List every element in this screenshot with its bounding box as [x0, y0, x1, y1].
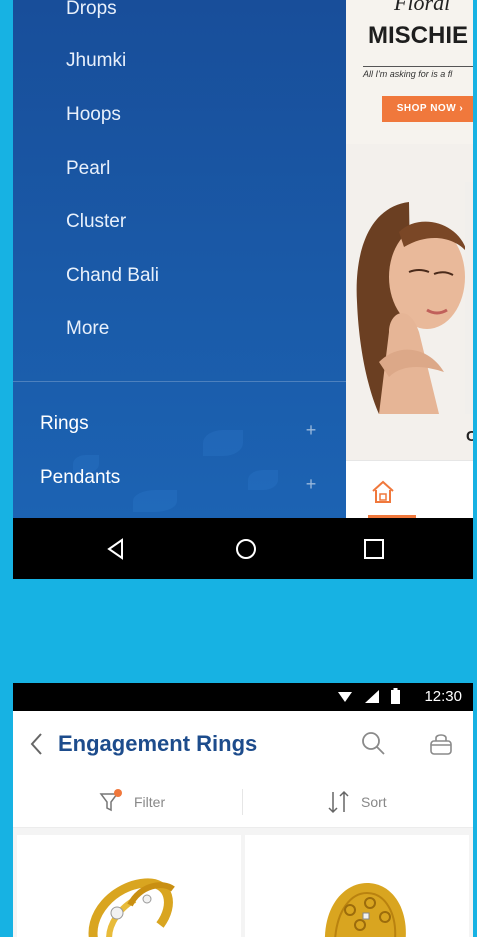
sort-button[interactable]: Sort: [244, 777, 473, 827]
sort-label: Sort: [361, 794, 387, 810]
recents-square-icon[interactable]: [361, 536, 387, 562]
home-circle-icon[interactable]: [233, 536, 259, 562]
system-navigation-bar: [13, 518, 473, 579]
drawer-item-cluster[interactable]: Cluster: [66, 207, 126, 237]
drawer-category-rings[interactable]: Rings: [40, 409, 89, 439]
shop-now-button[interactable]: SHOP NOW ›: [382, 96, 473, 122]
ring-image: [325, 883, 406, 937]
filter-funnel-icon: [99, 789, 122, 812]
drawer-item-more[interactable]: More: [66, 314, 109, 344]
partial-text: C: [466, 428, 473, 445]
filter-sort-divider: [242, 789, 243, 815]
plus-icon[interactable]: +: [302, 415, 320, 445]
status-time: 12:30: [424, 688, 462, 705]
home-content-peek: Floral MISCHIE All I'm asking for is a f…: [346, 0, 473, 518]
drawer-category-pendants[interactable]: Pendants: [40, 463, 120, 493]
filter-button[interactable]: Filter: [13, 777, 242, 827]
shopping-bag-icon[interactable]: [427, 730, 455, 758]
battery-icon: [391, 688, 400, 704]
drawer-divider: [13, 381, 346, 382]
signal-icon: [365, 690, 379, 703]
banner-tagline: All I'm asking for is a fl: [363, 66, 473, 79]
product-card[interactable]: [245, 835, 469, 937]
bottom-tab-bar: [346, 460, 473, 518]
app-bar: Engagement Rings: [13, 711, 473, 778]
phone-screen-menu: Drops Jhumki Hoops Pearl Cluster Chand B…: [13, 0, 473, 579]
back-triangle-icon[interactable]: [103, 536, 129, 562]
phone-screen-listing: 12:30 Engagement Rings Filter Sort: [13, 683, 473, 937]
leaf-decoration: [203, 430, 243, 456]
product-grid: [13, 828, 473, 937]
search-icon[interactable]: [359, 729, 387, 757]
filter-label: Filter: [134, 794, 166, 810]
leaf-decoration: [133, 490, 177, 512]
page-title: Engagement Rings: [58, 731, 258, 756]
drawer-item-jhumki[interactable]: Jhumki: [66, 46, 126, 76]
sort-arrows-icon: [328, 790, 349, 814]
home-icon[interactable]: [370, 479, 396, 505]
leaf-decoration: [248, 470, 278, 490]
product-card[interactable]: [17, 835, 241, 937]
status-bar: 12:30: [13, 683, 473, 711]
plus-icon[interactable]: +: [302, 469, 320, 499]
drawer-item-drops[interactable]: Drops: [66, 0, 117, 24]
banner-title: MISCHIE: [368, 22, 469, 49]
filter-sort-bar: Filter Sort: [13, 777, 473, 828]
banner-script-text: Floral: [394, 0, 451, 15]
drawer-item-pearl[interactable]: Pearl: [66, 154, 110, 184]
ring-image: [88, 878, 175, 937]
wifi-icon: [338, 692, 352, 702]
navigation-drawer: Drops Jhumki Hoops Pearl Cluster Chand B…: [13, 0, 346, 518]
drawer-item-hoops[interactable]: Hoops: [66, 100, 121, 130]
back-arrow-icon[interactable]: [27, 731, 47, 757]
model-photo: [349, 182, 473, 414]
promo-banner[interactable]: Floral MISCHIE All I'm asking for is a f…: [346, 0, 473, 144]
drawer-item-chand-bali[interactable]: Chand Bali: [66, 261, 159, 291]
